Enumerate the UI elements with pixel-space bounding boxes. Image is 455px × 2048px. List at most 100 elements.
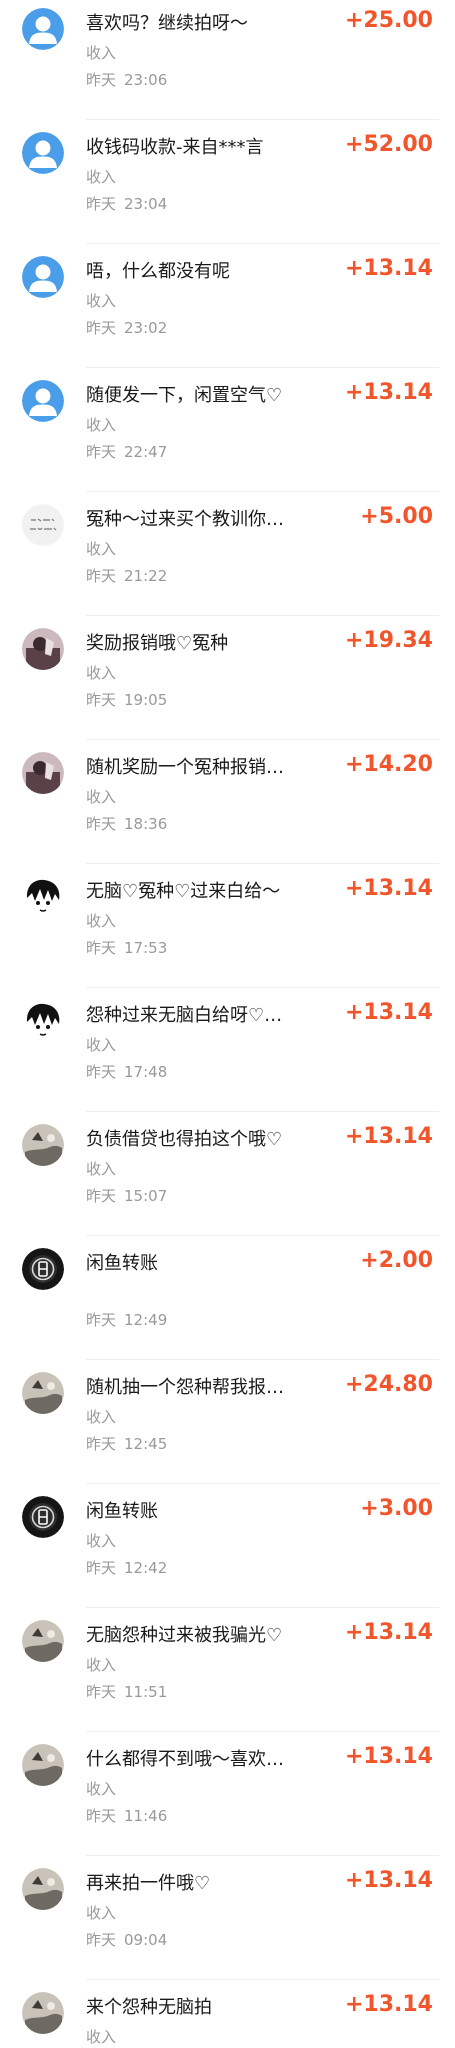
transaction-day: 昨天	[86, 443, 117, 461]
transaction-time: 昨天 15:07	[86, 1186, 167, 1206]
transaction-clock: 11:46	[124, 1807, 168, 1825]
transaction-row[interactable]: 冤种～过来买个教训你… 收入 昨天 21:22 +5.00	[0, 492, 455, 616]
transaction-amount: +52.00	[344, 132, 433, 157]
transaction-row[interactable]: 再来拍一件哦♡ 收入 昨天 09:04 +13.14	[0, 1856, 455, 1980]
sketch-avatar	[22, 1620, 64, 1662]
transaction-type: 收入	[86, 44, 117, 62]
transaction-type: 收入	[86, 1904, 117, 1922]
transaction-title: 来个怨种无脑拍	[86, 1997, 212, 2018]
default-user-icon	[22, 256, 64, 298]
transaction-clock: 15:07	[124, 1187, 168, 1205]
transaction-row[interactable]: 无脑♡冤种♡过来白给～ 收入 昨天 17:53 +13.14	[0, 864, 455, 988]
transaction-clock: 21:22	[124, 567, 168, 585]
transaction-row[interactable]: 奖励报销哦♡冤种 收入 昨天 19:05 +19.34	[0, 616, 455, 740]
sketch-avatar	[22, 1992, 64, 2034]
transaction-type: 收入	[86, 168, 117, 186]
transaction-day: 昨天	[86, 815, 117, 833]
transaction-amount: +13.14	[344, 380, 433, 405]
transaction-type: 收入	[86, 1780, 117, 1798]
transaction-amount: +13.14	[344, 256, 433, 281]
transaction-clock: 23:04	[124, 195, 168, 213]
transaction-title: 奖励报销哦♡冤种	[86, 633, 229, 654]
transaction-day: 昨天	[86, 1683, 117, 1701]
transaction-title: 闲鱼转账	[86, 1253, 158, 1274]
transaction-day: 昨天	[86, 1931, 117, 1949]
transaction-day: 昨天	[86, 1559, 117, 1577]
transaction-type: 收入	[86, 1160, 117, 1178]
transaction-title: 随机奖励一个冤种报销…	[86, 757, 284, 778]
transaction-row[interactable]: 无脑怨种过来被我骗光♡ 收入 昨天 11:51 +13.14	[0, 1608, 455, 1732]
transaction-amount: +13.14	[344, 1000, 433, 1025]
transaction-time: 昨天 09:04	[86, 1930, 167, 1950]
transaction-amount: +14.20	[344, 752, 433, 777]
transaction-row[interactable]: 来个怨种无脑拍 收入 +13.14	[0, 1980, 455, 2048]
transaction-time: 昨天 17:48	[86, 1062, 167, 1082]
transaction-time: 昨天 22:47	[86, 442, 167, 462]
transaction-row[interactable]: 随机奖励一个冤种报销… 收入 昨天 18:36 +14.20	[0, 740, 455, 864]
transaction-title: 无脑怨种过来被我骗光♡	[86, 1625, 283, 1646]
transaction-amount: +5.00	[360, 504, 433, 529]
transaction-time: 昨天 23:06	[86, 70, 167, 90]
transaction-time: 昨天 19:05	[86, 690, 167, 710]
transaction-amount: +13.14	[344, 1124, 433, 1149]
transaction-amount: +2.00	[360, 1248, 433, 1273]
transaction-clock: 19:05	[124, 691, 168, 709]
default-user-icon	[22, 132, 64, 174]
transaction-type: 收入	[86, 1656, 117, 1674]
transaction-time: 昨天 11:46	[86, 1806, 167, 1826]
transaction-type: 收入	[86, 788, 117, 806]
transaction-title: 无脑♡冤种♡过来白给～	[86, 881, 281, 902]
transaction-clock: 12:49	[124, 1311, 168, 1329]
transaction-amount: +13.14	[344, 1744, 433, 1769]
handwriting-avatar	[22, 504, 64, 546]
transaction-row[interactable]: 怨种过来无脑白给呀♡… 收入 昨天 17:48 +13.14	[0, 988, 455, 1112]
transaction-clock: 12:45	[124, 1435, 168, 1453]
transaction-time: 昨天 21:22	[86, 566, 167, 586]
transaction-type: 收入	[86, 416, 117, 434]
transaction-list: 喜欢吗？继续拍呀～ 收入 昨天 23:06 +25.00 收钱码收款-来自***言…	[0, 0, 455, 2048]
sketch-avatar	[22, 1372, 64, 1414]
photo-avatar	[22, 752, 64, 794]
transaction-clock: 17:53	[124, 939, 168, 957]
transaction-row[interactable]: 随机抽一个怨种帮我报… 收入 昨天 12:45 +24.80	[0, 1360, 455, 1484]
transaction-amount: +25.00	[344, 8, 433, 33]
transaction-title: 什么都得不到哦～喜欢…	[86, 1749, 284, 1770]
transaction-row[interactable]: 闲鱼转账 昨天 12:49 +2.00	[0, 1236, 455, 1360]
transaction-time: 昨天 12:42	[86, 1558, 167, 1578]
transaction-amount: +19.34	[344, 628, 433, 653]
transaction-row[interactable]: 什么都得不到哦～喜欢… 收入 昨天 11:46 +13.14	[0, 1732, 455, 1856]
transaction-row[interactable]: 负债借贷也得拍这个哦♡ 收入 昨天 15:07 +13.14	[0, 1112, 455, 1236]
transaction-amount: +13.14	[344, 1992, 433, 2017]
transaction-time: 昨天 12:45	[86, 1434, 167, 1454]
transaction-title: 负债借贷也得拍这个哦♡	[86, 1129, 283, 1150]
transaction-title: 再来拍一件哦♡	[86, 1873, 211, 1894]
transaction-time: 昨天 12:49	[86, 1310, 167, 1330]
transaction-clock: 23:02	[124, 319, 168, 337]
transaction-clock: 23:06	[124, 71, 168, 89]
transaction-clock: 11:51	[124, 1683, 168, 1701]
transaction-clock: 09:04	[124, 1931, 168, 1949]
transaction-row[interactable]: 喜欢吗？继续拍呀～ 收入 昨天 23:06 +25.00	[0, 0, 455, 120]
transaction-row[interactable]: 闲鱼转账 收入 昨天 12:42 +3.00	[0, 1484, 455, 1608]
transaction-day: 昨天	[86, 1187, 117, 1205]
transaction-title: 随机抽一个怨种帮我报…	[86, 1377, 284, 1398]
xianyu-avatar	[22, 1248, 64, 1290]
transaction-day: 昨天	[86, 71, 117, 89]
transaction-clock: 12:42	[124, 1559, 168, 1577]
transaction-row[interactable]: 收钱码收款-来自***言 收入 昨天 23:04 +52.00	[0, 120, 455, 244]
transaction-row[interactable]: 唔，什么都没有呢 收入 昨天 23:02 +13.14	[0, 244, 455, 368]
transaction-type: 收入	[86, 1532, 117, 1550]
transaction-time: 昨天 17:53	[86, 938, 167, 958]
transaction-type: 收入	[86, 912, 117, 930]
transaction-amount: +13.14	[344, 1620, 433, 1645]
transaction-day: 昨天	[86, 567, 117, 585]
transaction-clock: 18:36	[124, 815, 168, 833]
transaction-day: 昨天	[86, 1063, 117, 1081]
transaction-day: 昨天	[86, 691, 117, 709]
default-user-icon	[22, 380, 64, 422]
transaction-type: 收入	[86, 1036, 117, 1054]
transaction-day: 昨天	[86, 319, 117, 337]
transaction-title: 收钱码收款-来自***言	[86, 137, 264, 158]
transaction-row[interactable]: 随便发一下，闲置空气♡ 收入 昨天 22:47 +13.14	[0, 368, 455, 492]
transaction-type: 收入	[86, 540, 117, 558]
